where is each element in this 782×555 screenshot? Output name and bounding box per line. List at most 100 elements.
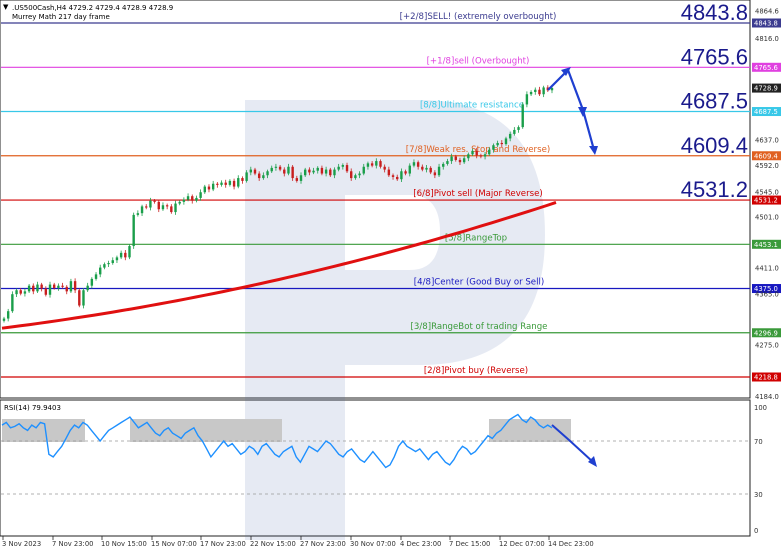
price-axis-label: 4592.0	[755, 162, 779, 170]
x-axis-label: 10 Nov 15:00	[101, 540, 147, 548]
price-axis-label: 4453.1	[754, 241, 778, 249]
candle-body	[462, 158, 466, 163]
candle-body	[412, 162, 416, 166]
candle-body	[257, 173, 261, 179]
candle-body	[2, 318, 6, 321]
candle-body	[237, 178, 240, 187]
candle-body	[32, 285, 35, 292]
candle-body	[73, 281, 77, 291]
candle-body	[500, 142, 504, 145]
candle-body	[316, 167, 319, 171]
candle-body	[61, 285, 64, 287]
price-axis-label: 4411.0	[755, 265, 779, 273]
candle-body	[157, 201, 160, 210]
rsi-plot-frame	[0, 399, 751, 537]
candle-body	[391, 175, 395, 177]
x-axis-label: 15 Nov 07:00	[151, 540, 197, 548]
candle-body	[513, 129, 516, 134]
candle-body	[174, 203, 177, 213]
candle-body	[94, 274, 98, 279]
candle-body	[124, 252, 127, 258]
candle-body	[140, 206, 144, 214]
candle-body	[308, 169, 311, 173]
candle-body	[149, 200, 152, 208]
candle-body	[207, 186, 211, 190]
murrey-level-label: [8/8]Ultimate resistance	[420, 101, 524, 111]
candle-body	[416, 162, 420, 167]
candle-body	[153, 200, 156, 202]
candle-body	[387, 169, 391, 176]
x-axis-label: 3 Nov 2023	[2, 540, 41, 548]
price-axis-label: 4687.5	[754, 108, 778, 116]
price-axis-label: 4637.0	[755, 137, 779, 145]
candle-body	[19, 290, 22, 294]
candle-body	[65, 286, 68, 292]
candle-body	[483, 154, 487, 157]
rsi-axis-label: 30	[754, 491, 763, 499]
candle-body	[320, 167, 324, 174]
candle-body	[145, 206, 148, 208]
candle-body	[170, 206, 173, 213]
triangle-icon[interactable]: ▼	[3, 3, 9, 11]
candle-body	[396, 176, 399, 180]
x-axis-label: 4 Dec 23:00	[400, 540, 441, 548]
candle-body	[324, 169, 328, 174]
murrey-level-label: [4/8]Center (Good Buy or Sell)	[414, 278, 544, 288]
x-axis-label: 17 Nov 23:00	[200, 540, 246, 548]
murrey-level-label: [6/8]Pivot sell (Major Reverse)	[413, 189, 542, 199]
candle-body	[504, 138, 508, 145]
price-axis-label: 4545.0	[755, 189, 779, 197]
candle-body	[99, 267, 102, 275]
candle-body	[270, 167, 273, 172]
candle-body	[337, 166, 340, 170]
candle-body	[136, 213, 140, 215]
murrey-level-label: [7/8]Weak res. Stop and Reverse)	[406, 145, 550, 155]
big-price-label: 4843.8	[681, 0, 748, 25]
candle-body	[57, 285, 60, 288]
candle-body	[220, 182, 223, 185]
candle-body	[103, 264, 106, 268]
candle-body	[446, 161, 449, 164]
candle-body	[404, 171, 407, 174]
candle-body	[383, 166, 386, 170]
candle-body	[48, 284, 52, 295]
candle-body	[211, 183, 215, 190]
indicator-name: Murrey Math 217 day frame	[12, 13, 110, 21]
candle-body	[496, 142, 499, 146]
candle-body	[400, 171, 403, 180]
murrey-level-label: [2/8]Pivot buy (Reverse)	[424, 366, 528, 376]
candle-body	[433, 172, 437, 176]
candle-body	[291, 166, 294, 179]
candle-body	[454, 156, 457, 160]
candle-body	[525, 94, 529, 105]
candle-body	[479, 155, 483, 157]
candle-body	[421, 166, 424, 170]
x-axis-label: 7 Dec 15:00	[449, 540, 490, 548]
candle-body	[437, 166, 441, 176]
candle-body	[195, 197, 198, 201]
candle-body	[366, 163, 370, 167]
candle-body	[52, 284, 56, 288]
candle-body	[27, 285, 31, 292]
candle-body	[82, 290, 85, 306]
candle-body	[266, 171, 269, 176]
overbought-zone	[2, 419, 85, 442]
price-chart[interactable]: [+2/8]SELL! (extremely overbought) [+1/8]…	[0, 0, 782, 551]
murrey-level-label: [3/8]RangeBot of trading Range	[411, 322, 548, 332]
candle-body	[203, 186, 206, 193]
candle-body	[228, 180, 232, 185]
candle-body	[132, 214, 135, 247]
chart-window: [+2/8]SELL! (extremely overbought) [+1/8]…	[0, 0, 782, 551]
candle-body	[517, 127, 520, 130]
candle-body	[232, 180, 236, 187]
candle-body	[278, 166, 282, 170]
candle-body	[199, 192, 202, 198]
price-axis-label: 4184.0	[755, 393, 779, 401]
candle-body	[329, 169, 332, 176]
candle-body	[488, 149, 491, 155]
murrey-level-label: [+2/8]SELL! (extremely overbought)	[400, 12, 557, 22]
rsi-axis-label: 0	[754, 527, 758, 535]
big-price-label: 4609.4	[681, 133, 748, 158]
price-axis-label: 4501.0	[755, 214, 779, 222]
candle-body	[165, 205, 169, 207]
